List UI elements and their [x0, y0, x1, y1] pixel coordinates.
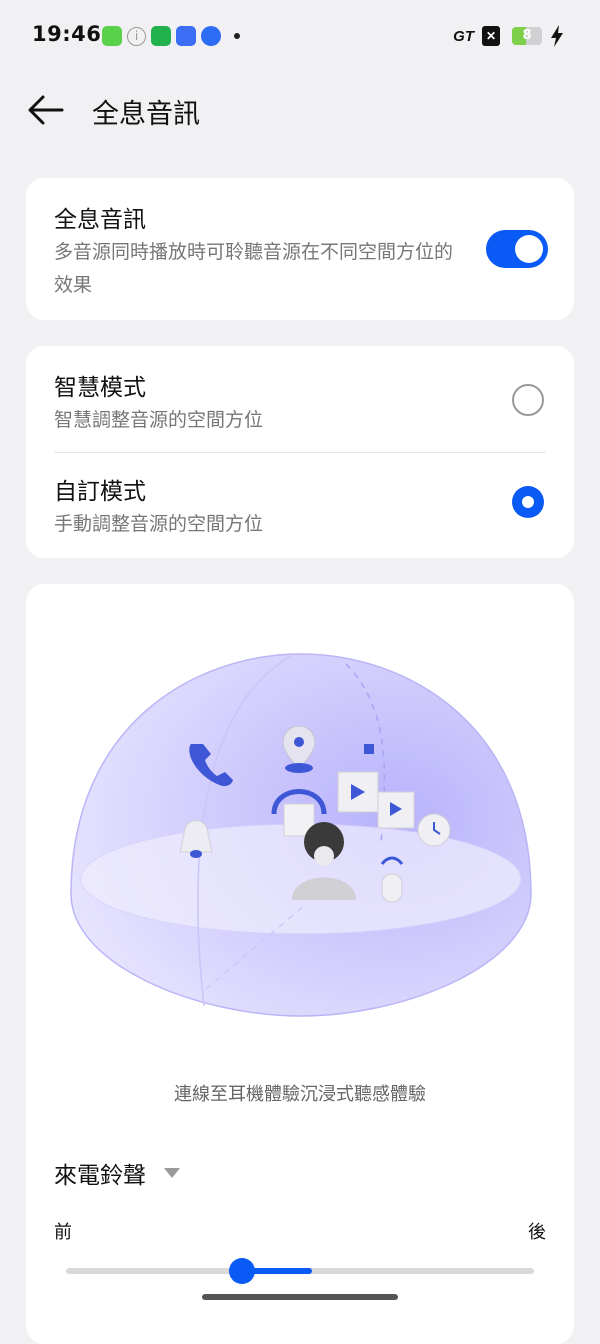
sim-x-icon: ✕ [482, 26, 500, 46]
header: 全息音訊 [0, 76, 600, 146]
status-bar: 19:46 i GT ✕ 8 [0, 0, 600, 76]
home-indicator[interactable] [202, 1294, 398, 1300]
mode-description: 智慧調整音源的空間方位 [54, 409, 264, 431]
status-time: 19:46 [32, 22, 102, 46]
gt-app-icon [201, 26, 221, 46]
sound-source-label: 來電鈴聲 [54, 1163, 146, 1189]
network-gt-icon: GT [453, 27, 474, 45]
slider-label-back: 後 [528, 1222, 546, 1243]
toggle-title: 全息音訊 [54, 207, 146, 233]
toggle-description: 多音源同時播放時可聆聽音源在不同空間方位的效果 [54, 241, 454, 296]
radio-smart-mode[interactable] [512, 384, 544, 416]
divider [54, 452, 546, 453]
mode-title: 智慧模式 [54, 375, 146, 401]
sound-source-dropdown[interactable]: 來電鈴聲 [54, 1156, 180, 1190]
upload-icon [151, 26, 171, 46]
spatial-audio-switch[interactable] [486, 230, 548, 268]
spatial-audio-toggle-card[interactable]: 全息音訊 多音源同時播放時可聆聽音源在不同空間方位的效果 [26, 178, 574, 320]
chevron-down-icon [164, 1168, 180, 1178]
more-dot [234, 33, 240, 39]
page-title: 全息音訊 [92, 99, 200, 130]
notification-icons: i [102, 26, 240, 46]
notification-app-icon [102, 26, 122, 46]
mode-description: 手動調整音源的空間方位 [54, 513, 264, 535]
position-slider-thumb[interactable] [229, 1258, 255, 1284]
microphone-icon [381, 873, 403, 903]
system-indicators: GT ✕ 8 [453, 25, 564, 47]
spatial-panel-card: 連線至耳機體驗沉浸式聽感體驗 來電鈴聲 前 後 [26, 584, 574, 1344]
battery-icon: 8 [512, 27, 542, 45]
mode-title: 自訂模式 [54, 479, 146, 505]
switch-knob [515, 235, 543, 263]
mode-card: 智慧模式 智慧調整音源的空間方位 自訂模式 手動調整音源的空間方位 [26, 346, 574, 558]
charging-bolt-icon [551, 25, 563, 47]
spatial-dome-illustration [70, 653, 532, 1017]
slider-label-front: 前 [54, 1222, 72, 1243]
arrow-left-icon[interactable] [26, 90, 66, 130]
illustration-caption: 連線至耳機體驗沉浸式聽感體驗 [174, 1084, 426, 1105]
info-icon: i [127, 26, 146, 46]
app-icon [176, 26, 196, 46]
battery-level: 8 [522, 28, 532, 43]
radio-custom-mode[interactable] [512, 486, 544, 518]
